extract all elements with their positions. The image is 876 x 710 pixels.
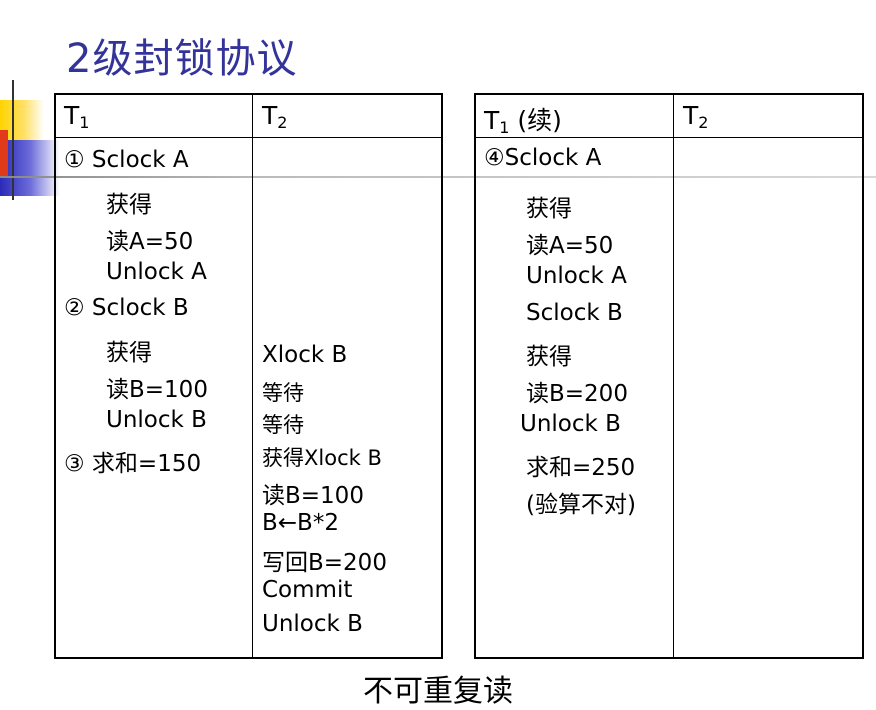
slide-title: 2级封锁协议 [66,36,298,82]
t2-line: Xlock B [262,342,348,368]
column-divider [673,95,674,657]
t1-line: Unlock A [526,263,627,289]
t2-line: 等待 [262,413,304,437]
t1-line: 获得 [106,340,152,366]
slide-decoration-red [0,130,8,176]
t1-line: 读A=50 [526,233,614,259]
t2-line: 读B=100 [262,483,364,509]
slide-caption: 不可重复读 [363,674,513,709]
header-t1-continued: T1 (续) [484,106,562,137]
header-divider [56,137,441,138]
t2-line: Commit [262,577,353,603]
header-t2: T2 [262,101,288,132]
t1-line: Unlock A [106,259,207,285]
t2-line: 等待 [262,381,304,405]
t2-line: 写回B=200 [262,550,387,576]
t2-line: 获得Xlock B [262,446,382,470]
t1-line: 求和=250 [526,455,636,481]
t1-line: 读B=100 [106,377,208,403]
right-transaction-table: T1 (续) T2 ④Sclock A 获得 读A=50 Unlock A Sc… [474,93,864,659]
slide-decoration-vertical-line [12,80,14,200]
t2-line: Unlock B [262,611,363,637]
t1-line: 读A=50 [106,229,194,255]
t1-line: Unlock B [106,407,207,433]
slide-decoration-blue [0,140,60,196]
t1-line: 读B=200 [526,381,628,407]
column-divider [252,95,253,657]
t1-line: 获得 [526,344,572,370]
t1-line: ② Sclock B [64,295,189,321]
t1-line: (验算不对) [526,492,636,518]
t1-line: ④Sclock A [484,145,602,171]
t1-line: Unlock B [520,411,621,437]
header-divider [476,137,862,138]
t1-line: 获得 [106,192,152,218]
header-t2: T2 [683,101,709,132]
t1-line: Sclock B [526,300,623,326]
header-t1: T1 [64,101,90,132]
t2-line: B←B*2 [262,510,339,536]
left-transaction-table: T1 T2 ① Sclock A 获得 读A=50 Unlock A ② Scl… [54,93,443,659]
t1-line: ③ 求和=150 [64,451,202,477]
t1-line: 获得 [526,196,572,222]
t1-line: ① Sclock A [64,147,189,173]
